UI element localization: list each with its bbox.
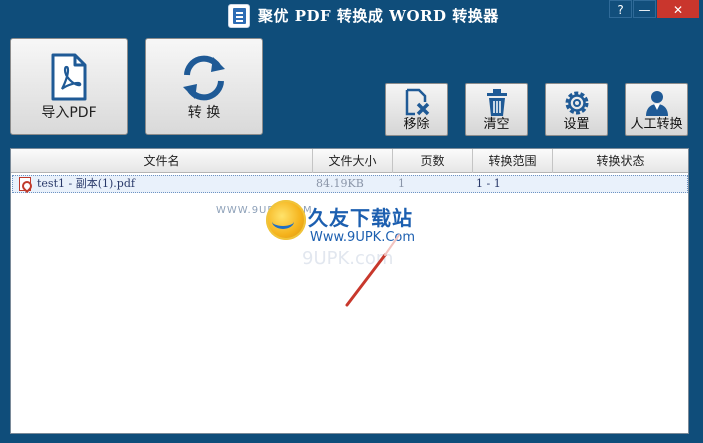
remove-button[interactable]: 移除 — [385, 83, 448, 136]
remove-label: 移除 — [403, 117, 430, 132]
file-name-cell: test1 - 副本(1).pdf — [37, 177, 135, 190]
file-size-cell: 84.19KB — [316, 177, 364, 190]
minimize-button[interactable]: — — [633, 0, 656, 18]
pdf-file-icon — [19, 177, 31, 191]
settings-button[interactable]: 设置 — [545, 83, 608, 136]
column-header-pages[interactable]: 页数 — [393, 149, 473, 173]
clear-label: 清空 — [483, 117, 510, 132]
convert-label: 转 换 — [187, 105, 221, 121]
window-title: 聚优 PDF 转换成 WORD 转换器 — [258, 7, 499, 25]
app-logo-icon — [228, 4, 250, 28]
column-header-range[interactable]: 转换范围 — [473, 149, 553, 173]
column-header-size[interactable]: 文件大小 — [313, 149, 393, 173]
page-count-cell: 1 — [398, 177, 405, 190]
manual-convert-button[interactable]: 人工转换 — [625, 83, 688, 136]
help-button[interactable]: ? — [609, 0, 632, 18]
close-button[interactable]: ✕ — [657, 0, 699, 18]
column-header-status[interactable]: 转换状态 — [553, 149, 688, 173]
settings-label: 设置 — [563, 117, 590, 132]
file-table[interactable]: 文件名 文件大小 页数 转换范围 转换状态 test1 - 副本(1).pdf … — [10, 148, 689, 434]
title-bar: 聚优 PDF 转换成 WORD 转换器 ? — ✕ — [0, 0, 703, 32]
table-row[interactable]: test1 - 副本(1).pdf 84.19KB 1 1 - 1 — [12, 175, 688, 193]
import-pdf-label: 导入PDF — [41, 105, 97, 121]
refresh-icon — [183, 55, 225, 101]
convert-range-cell: 1 - 1 — [476, 177, 501, 190]
manual-convert-label: 人工转换 — [630, 117, 683, 132]
convert-button[interactable]: 转 换 — [145, 38, 263, 135]
pdf-file-icon — [51, 53, 87, 101]
clear-button[interactable]: 清空 — [465, 83, 528, 136]
table-header: 文件名 文件大小 页数 转换范围 转换状态 — [11, 149, 688, 173]
import-pdf-button[interactable]: 导入PDF — [10, 38, 128, 135]
column-header-name[interactable]: 文件名 — [11, 149, 313, 173]
